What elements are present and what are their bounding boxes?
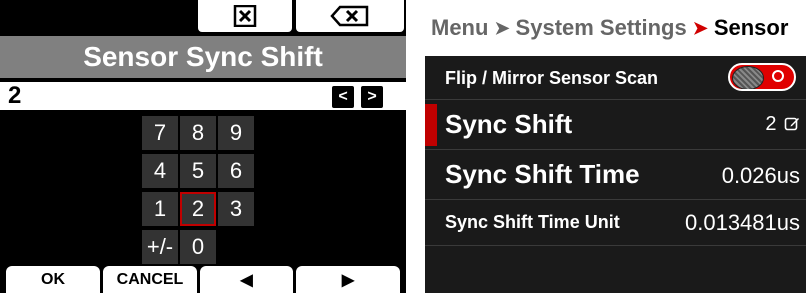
breadcrumb-separator-icon: ➤: [692, 17, 708, 38]
left-arrow-button[interactable]: ◀: [200, 266, 293, 293]
ok-button[interactable]: OK: [6, 266, 100, 293]
breadcrumb: Menu ➤ System Settings ➤ Sensor: [425, 0, 806, 56]
right-arrow-button[interactable]: ▶: [296, 266, 400, 293]
sync-shift-time-value: 0.026us: [721, 163, 800, 188]
value-text: 2: [8, 82, 22, 109]
sync-shift-time-unit-value: 0.013481us: [685, 210, 800, 235]
key-5[interactable]: 5: [180, 154, 216, 188]
softkey-bar: OK CANCEL ◀ ▶: [0, 264, 406, 293]
key-7[interactable]: 7: [142, 116, 178, 150]
key-1[interactable]: 1: [142, 192, 178, 226]
top-toolbar: [0, 0, 406, 36]
close-box-icon: [233, 5, 257, 27]
menu-row-sync-shift-time-unit[interactable]: Sync Shift Time Unit 0.013481us: [425, 200, 806, 246]
close-button[interactable]: [196, 0, 294, 34]
breadcrumb-system-settings[interactable]: System Settings: [516, 15, 687, 41]
key-plus-minus[interactable]: +/-: [142, 230, 178, 264]
breadcrumb-menu[interactable]: Menu: [431, 15, 488, 41]
key-2-selected[interactable]: 2: [180, 192, 216, 226]
settings-panel: Menu ➤ System Settings ➤ Sensor Flip / M…: [425, 0, 806, 293]
value-input[interactable]: 2 < >: [0, 80, 406, 112]
backspace-icon: [330, 5, 369, 27]
flip-mirror-label: Flip / Mirror Sensor Scan: [445, 68, 659, 88]
key-4[interactable]: 4: [142, 154, 178, 188]
cancel-button[interactable]: CANCEL: [103, 266, 197, 293]
breadcrumb-separator-icon: ➤: [494, 17, 510, 38]
selection-marker: [425, 104, 437, 146]
dialog-title: Sensor Sync Shift: [0, 36, 406, 78]
key-0[interactable]: 0: [180, 230, 216, 264]
keypad-panel: Sensor Sync Shift 2 < > 7 8 9 4 5 6 1 2 …: [0, 0, 406, 293]
backspace-button[interactable]: [294, 0, 406, 34]
sync-shift-time-unit-label: Sync Shift Time Unit: [445, 212, 620, 232]
sync-shift-label: Sync Shift: [445, 109, 573, 139]
toggle-knob-icon: [732, 66, 764, 89]
key-8[interactable]: 8: [180, 116, 216, 150]
key-3[interactable]: 3: [218, 192, 254, 226]
cursor-right-button[interactable]: >: [361, 86, 383, 108]
menu-row-sync-shift[interactable]: Sync Shift 2: [425, 100, 806, 150]
menu-row-flip-mirror[interactable]: Flip / Mirror Sensor Scan: [425, 56, 806, 100]
key-9[interactable]: 9: [218, 116, 254, 150]
sync-shift-value: 2: [765, 113, 800, 136]
key-6[interactable]: 6: [218, 154, 254, 188]
menu-row-sync-shift-time[interactable]: Sync Shift Time 0.026us: [425, 150, 806, 200]
flip-mirror-toggle[interactable]: [728, 63, 796, 91]
sync-shift-value-text: 2: [765, 113, 777, 135]
edit-icon: [784, 117, 799, 131]
cursor-left-button[interactable]: <: [332, 86, 354, 108]
number-keypad: 7 8 9 4 5 6 1 2 3 +/- 0: [0, 112, 406, 264]
toggle-on-icon: [772, 70, 784, 82]
sync-shift-time-label: Sync Shift Time: [445, 159, 640, 189]
breadcrumb-sensor: Sensor: [713, 15, 789, 40]
